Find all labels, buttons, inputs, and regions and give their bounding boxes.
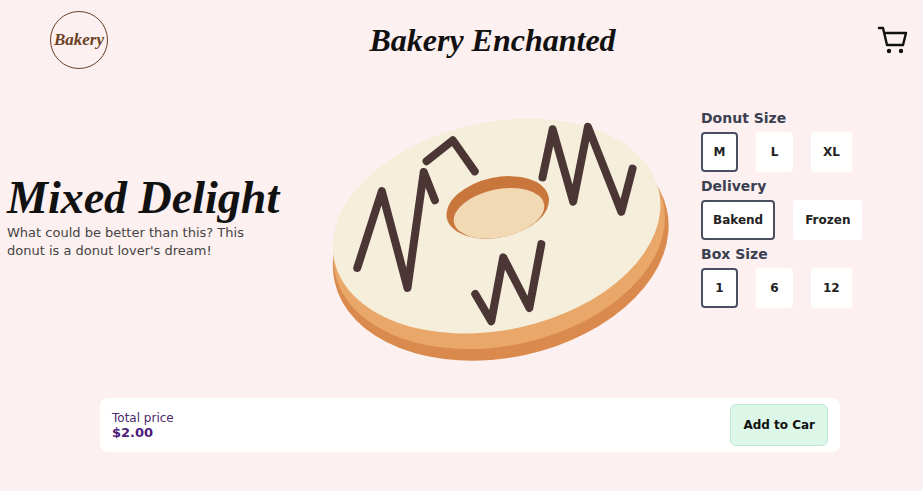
logo-text: Bakery bbox=[54, 30, 104, 50]
option-group: Box Size1612 bbox=[701, 246, 923, 308]
option-group: Delivery Bakend Frozen bbox=[701, 178, 923, 240]
option-label: Box Size bbox=[701, 246, 923, 262]
option-button[interactable]: Frozen bbox=[793, 200, 862, 240]
option-button[interactable]: M bbox=[701, 132, 738, 172]
price-box: Total price$2.00 bbox=[112, 411, 174, 440]
price-value: $2.00 bbox=[112, 425, 174, 440]
option-choices: ML XL bbox=[701, 132, 923, 172]
option-button[interactable]: 6 bbox=[756, 268, 793, 308]
product-description: What could be better than this? This don… bbox=[7, 224, 257, 260]
logo[interactable]: Bakery bbox=[50, 11, 108, 69]
header: Bakery Bakery Enchanted bbox=[0, 0, 923, 80]
product-name: Mixed Delight bbox=[7, 174, 292, 222]
option-choices: 1612 bbox=[701, 268, 923, 308]
cart-icon[interactable] bbox=[877, 24, 909, 56]
product-info: Mixed DelightWhat could be better than t… bbox=[0, 80, 292, 398]
product-page: Bakery Bakery Enchanted Mixed DelightWhat … bbox=[0, 0, 923, 491]
price-label: Total price bbox=[112, 411, 174, 425]
donut-picture bbox=[292, 80, 701, 398]
price-bar: Total price$2.00 Add to Car bbox=[100, 398, 840, 452]
options-panel: Donut Size ML XL Delivery Bakend Frozen Box Si… bbox=[701, 80, 923, 398]
site-title: Bakery Enchanted bbox=[369, 22, 615, 59]
option-label: Donut Size bbox=[701, 110, 923, 126]
option-choices: Bakend Frozen bbox=[701, 200, 923, 240]
add-to-cart-button[interactable]: Add to Car bbox=[730, 404, 828, 446]
option-button[interactable]: Bakend bbox=[701, 200, 775, 240]
option-button[interactable]: L bbox=[756, 132, 793, 172]
option-group: Donut Size ML XL bbox=[701, 110, 923, 172]
option-label: Delivery bbox=[701, 178, 923, 194]
donut-icon bbox=[322, 88, 672, 368]
option-button[interactable]: XL bbox=[811, 132, 852, 172]
option-button[interactable]: 1 bbox=[701, 268, 738, 308]
option-button[interactable]: 12 bbox=[811, 268, 852, 308]
product-section: Mixed DelightWhat could be better than t… bbox=[0, 80, 923, 398]
